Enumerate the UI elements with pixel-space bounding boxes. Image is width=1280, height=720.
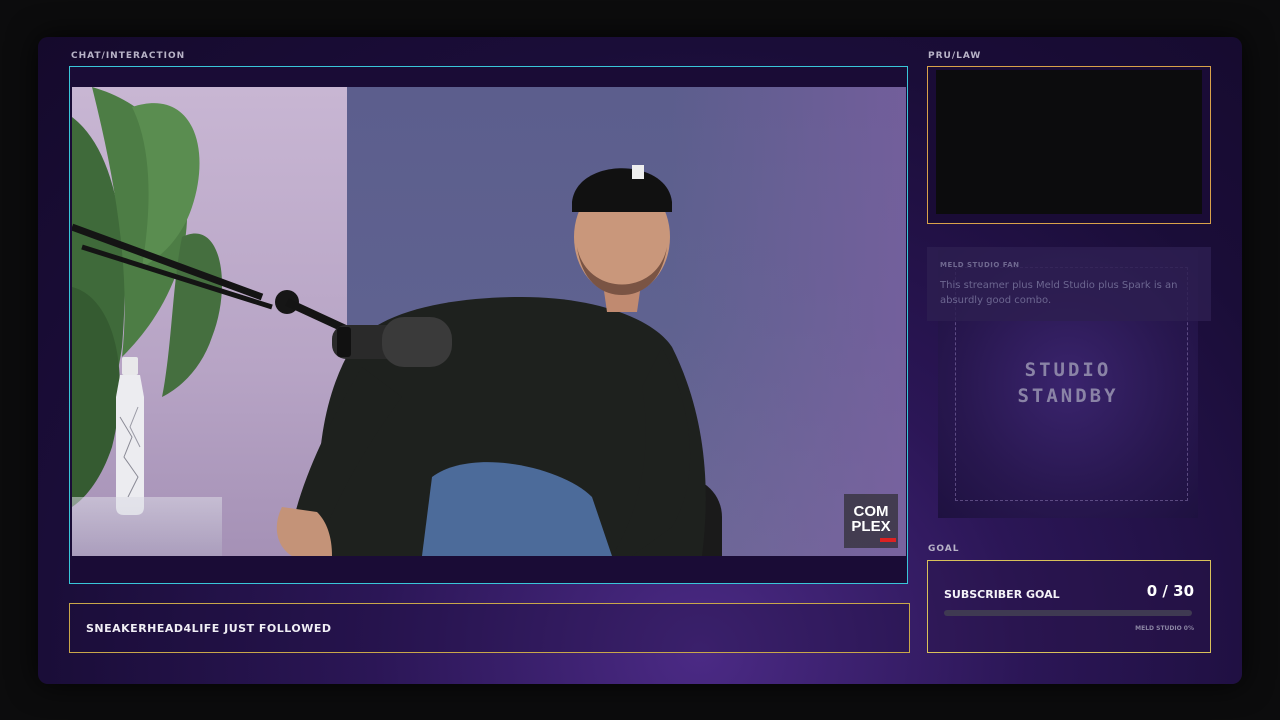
main-video-feed[interactable]: COM PLEX — [72, 87, 906, 556]
subscriber-goal-widget: SUBSCRIBER GOAL 0 / 30 MELD STUDIO 0% — [927, 560, 1211, 653]
webcam-frame — [927, 66, 1211, 224]
overlay-canvas: CHAT/INTERACTION PRU/LAW GOAL COM PLEX S… — [38, 37, 1242, 684]
chat-section-label: CHAT/INTERACTION — [71, 51, 186, 61]
follow-alert-text: SNEAKERHEAD4LIFE JUST FOLLOWED — [86, 622, 332, 635]
goal-progress-track — [944, 610, 1192, 616]
goal-count: 0 / 30 — [1146, 582, 1194, 600]
logo-line-1: COM — [853, 503, 889, 520]
microphone-arm-graphic — [72, 223, 452, 367]
logo-line-2: PLEX — [851, 518, 891, 535]
goal-title: SUBSCRIBER GOAL — [944, 588, 1060, 601]
webcam-feed[interactable] — [936, 70, 1202, 214]
main-video-frame: COM PLEX — [69, 66, 908, 584]
goal-subtitle: MELD STUDIO 0% — [1135, 625, 1194, 632]
cam-section-label: PRU/LAW — [928, 51, 982, 61]
complex-logo-badge: COM PLEX — [844, 494, 898, 548]
chat-message-text: This streamer plus Meld Studio plus Spar… — [940, 280, 1178, 306]
goal-section-label: GOAL — [928, 544, 960, 554]
standby-text: STUDIO STANDBY — [938, 357, 1198, 409]
standby-line-1: STUDIO — [1024, 359, 1112, 381]
chat-username: MELD STUDIO FAN — [940, 261, 1020, 269]
follow-alert-bar: SNEAKERHEAD4LIFE JUST FOLLOWED — [69, 603, 910, 653]
chat-message-card: MELD STUDIO FAN This streamer plus Meld … — [927, 247, 1211, 321]
glass-table — [72, 497, 222, 556]
logo-red-mark — [880, 538, 896, 542]
standby-line-2: STANDBY — [1017, 385, 1119, 407]
